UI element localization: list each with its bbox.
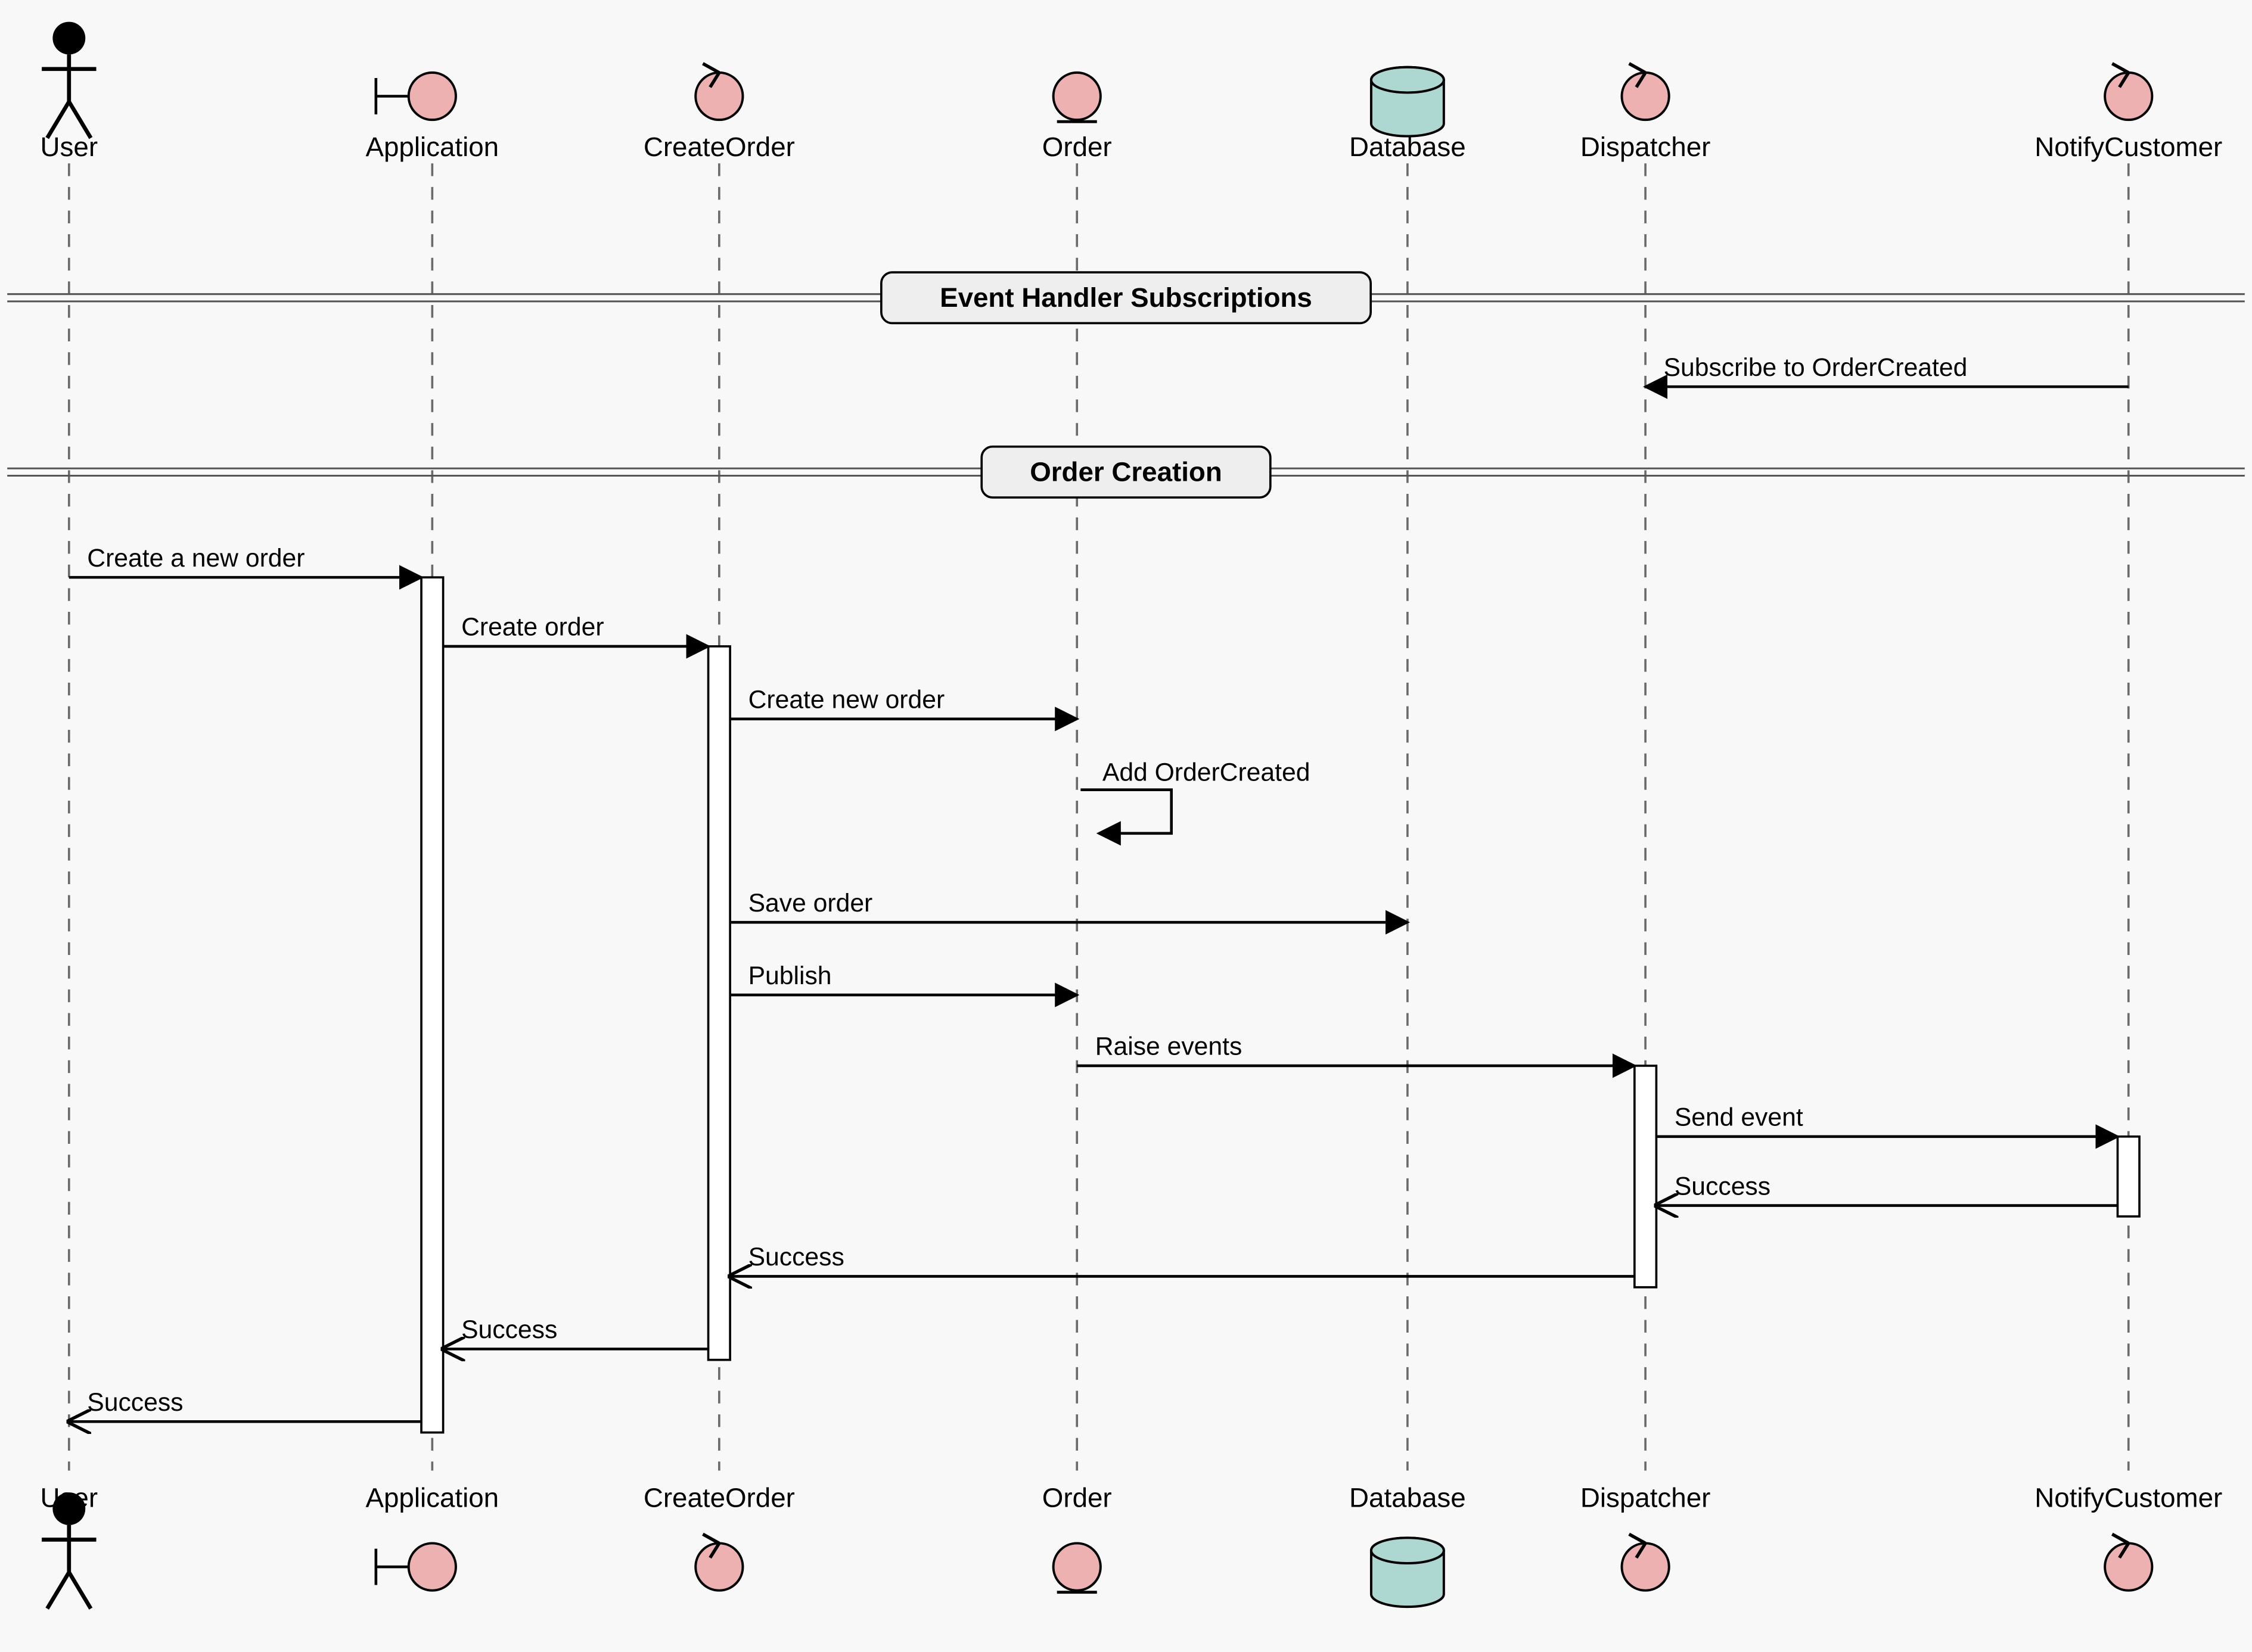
message-label: Success [87,1388,183,1417]
participant-label: NotifyCustomer [2034,132,2222,162]
participant-label: CreateOrder [644,1482,795,1513]
participant-label: Order [1042,1482,1112,1513]
participant-label: Application [366,1482,499,1513]
activation-notifycustomer [2117,1137,2139,1217]
message-label: Publish [748,962,832,990]
participant-label: Order [1042,132,1112,162]
message-label: Subscribe to OrderCreated [1664,353,1968,382]
message-label: Create a new order [87,544,305,573]
message-label: Create new order [748,686,945,714]
participant-label: NotifyCustomer [2034,1482,2222,1513]
participant-label: User [41,132,98,162]
participant-label: CreateOrder [644,132,795,162]
message-label: Raise events [1095,1032,1243,1061]
participant-label: Dispatcher [1580,1482,1710,1513]
participant-label: Database [1349,132,1466,162]
activation-application [421,577,443,1432]
message-label: Add OrderCreated [1102,758,1310,786]
sequence-diagram: User Application CreateOrder Order Database D… [0,0,2252,1652]
message-label: Success [461,1315,557,1344]
participant-label: Application [366,132,499,162]
divider-label: Order Creation [1030,457,1222,487]
message-label: Create order [461,613,604,642]
participant-label: Dispatcher [1580,132,1710,162]
message-label: Send event [1675,1103,1803,1131]
activation-dispatcher [1635,1066,1657,1287]
participant-label: Database [1349,1482,1466,1513]
message-label: Success [1675,1172,1770,1200]
message-label: Save order [748,889,873,917]
divider-label: Event Handler Subscriptions [940,282,1312,313]
activation-createorder [709,646,731,1360]
message-label: Success [748,1243,844,1271]
